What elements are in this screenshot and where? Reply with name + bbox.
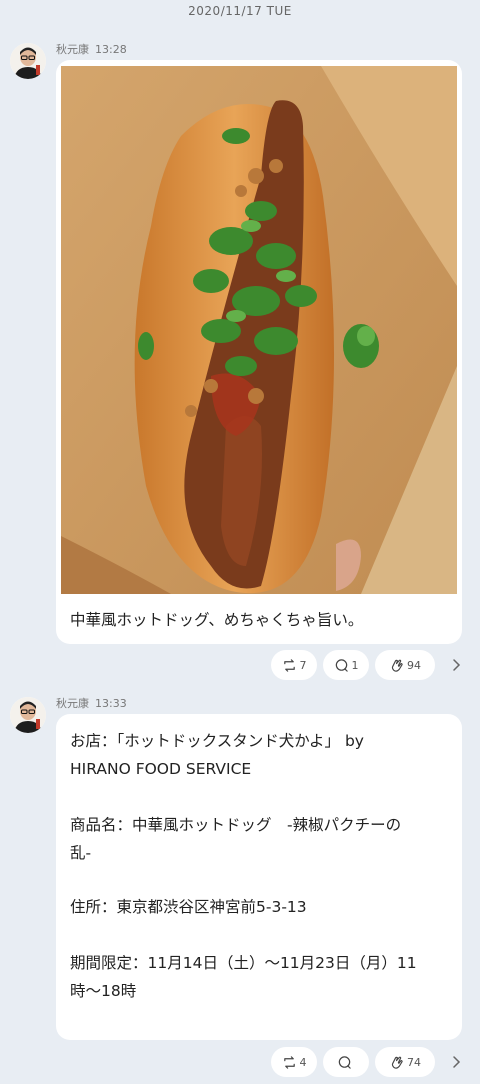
chevron-right-icon[interactable] bbox=[452, 1055, 462, 1069]
timestamp: 13:33 bbox=[95, 697, 127, 710]
clap-count: 94 bbox=[407, 658, 421, 672]
post-text-line: 期間限定：11月14日（土）〜11月23日（月）11 bbox=[70, 954, 417, 972]
reaction-bar: 4 74 bbox=[271, 1047, 435, 1077]
author-name[interactable]: 秋元康 bbox=[56, 43, 89, 56]
post-caption: 中華風ホットドッグ、めちゃくちゃ旨い。 bbox=[70, 611, 364, 629]
reaction-bar: 7 1 94 bbox=[271, 650, 435, 680]
post-text-line: 住所：東京都渋谷区神宮前5-3-13 bbox=[70, 898, 307, 916]
comment-button[interactable]: 1 bbox=[323, 650, 369, 680]
comment-button[interactable] bbox=[323, 1047, 369, 1077]
date-header: 2020/11/17 TUE bbox=[188, 4, 292, 18]
repost-count: 7 bbox=[299, 658, 307, 672]
message-meta: 秋元康 13:28 bbox=[56, 41, 127, 57]
clap-button[interactable]: 74 bbox=[375, 1047, 435, 1077]
repost-count: 4 bbox=[299, 1055, 307, 1069]
message-meta: 秋元康 13:33 bbox=[56, 695, 127, 711]
post-text-line: お店：「ホットドックスタンド犬かよ」 by bbox=[70, 732, 364, 750]
avatar[interactable] bbox=[10, 43, 46, 79]
hotdog-photo bbox=[61, 66, 457, 594]
clap-icon bbox=[391, 1056, 403, 1069]
post-text-line: 商品名：中華風ホットドッグ -辣椒パクチーの bbox=[70, 816, 402, 834]
repost-icon bbox=[283, 1055, 295, 1069]
repost-button[interactable]: 4 bbox=[271, 1047, 317, 1077]
post-text-line: HIRANO FOOD SERVICE bbox=[70, 760, 252, 778]
author-name[interactable]: 秋元康 bbox=[56, 697, 89, 710]
post-text-line: 乱- bbox=[70, 844, 92, 862]
comment-icon bbox=[335, 658, 348, 672]
avatar-image bbox=[10, 43, 46, 79]
clap-button[interactable]: 94 bbox=[375, 650, 435, 680]
post-text-line: 時〜18時 bbox=[70, 982, 137, 1000]
chevron-right-icon[interactable] bbox=[452, 658, 462, 672]
timestamp: 13:28 bbox=[95, 43, 127, 56]
clap-icon bbox=[391, 659, 403, 672]
repost-icon bbox=[283, 658, 295, 672]
comment-count: 1 bbox=[351, 658, 359, 672]
repost-button[interactable]: 7 bbox=[271, 650, 317, 680]
clap-count: 74 bbox=[407, 1055, 421, 1069]
avatar[interactable] bbox=[10, 697, 46, 733]
avatar-image bbox=[10, 697, 46, 733]
comment-icon bbox=[338, 1055, 351, 1069]
post-photo[interactable] bbox=[61, 66, 457, 594]
